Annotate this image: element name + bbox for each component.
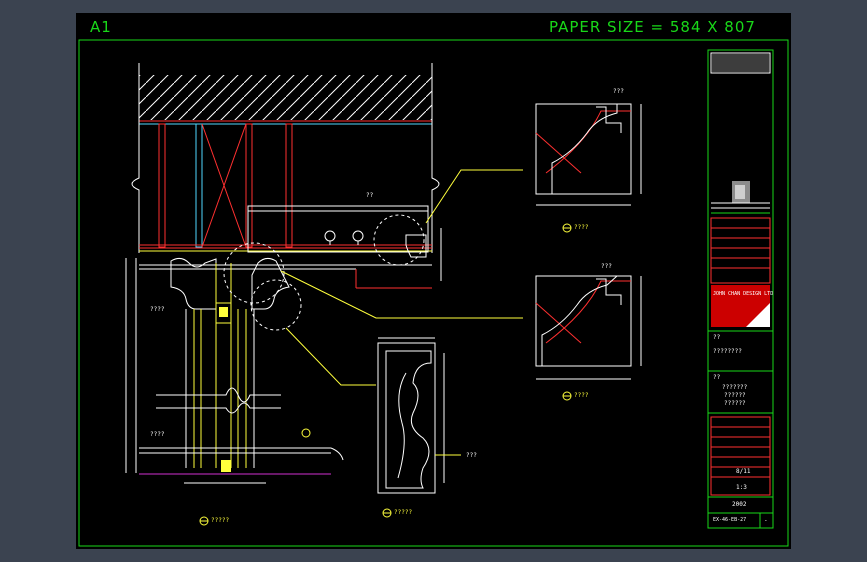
paper-size-label: PAPER SIZE = 584 X 807 (549, 18, 756, 36)
main-label-a: ???? (150, 306, 165, 313)
drawing-date: 2002 (732, 501, 747, 508)
middle-section-detail (535, 275, 642, 401)
top-section-detail (535, 103, 642, 233)
sub-heading: ?? (713, 374, 721, 381)
molding-profile-detail (377, 337, 461, 518)
main-detail-caption: ????? (211, 517, 230, 524)
sub-line-1: ??????? (722, 384, 748, 391)
top-section-note: ??? (613, 88, 624, 95)
main-detail (125, 63, 523, 526)
sub-line-2: ?????? (724, 392, 746, 399)
scale-value: 8/11 (736, 468, 751, 475)
title-block (707, 49, 774, 529)
sheet-size-label: A1 (90, 18, 112, 36)
company-name: JOHN CHAN DESIGN LTD (713, 291, 774, 297)
note-heading: ?? (713, 334, 721, 341)
top-section-caption: ???? (574, 224, 589, 231)
drawing-sheet: A1 PAPER SIZE = 584 X 807 ???? ???? ?? ?… (76, 13, 791, 549)
middle-section-caption: ???? (574, 392, 589, 399)
revision-mark: - (764, 517, 768, 524)
sub-line-3: ?????? (724, 400, 746, 407)
main-label-b: ???? (150, 431, 165, 438)
cad-drawing (78, 39, 789, 547)
sheet-number: 1:3 (736, 484, 747, 491)
molding-note: ??? (466, 452, 477, 459)
molding-caption: ????? (394, 509, 413, 516)
main-label-top: ?? (366, 192, 374, 199)
drawing-title: ???????? (713, 348, 742, 355)
middle-section-note: ??? (601, 263, 612, 270)
drawing-number: EX-46-EB-27 (713, 517, 747, 523)
